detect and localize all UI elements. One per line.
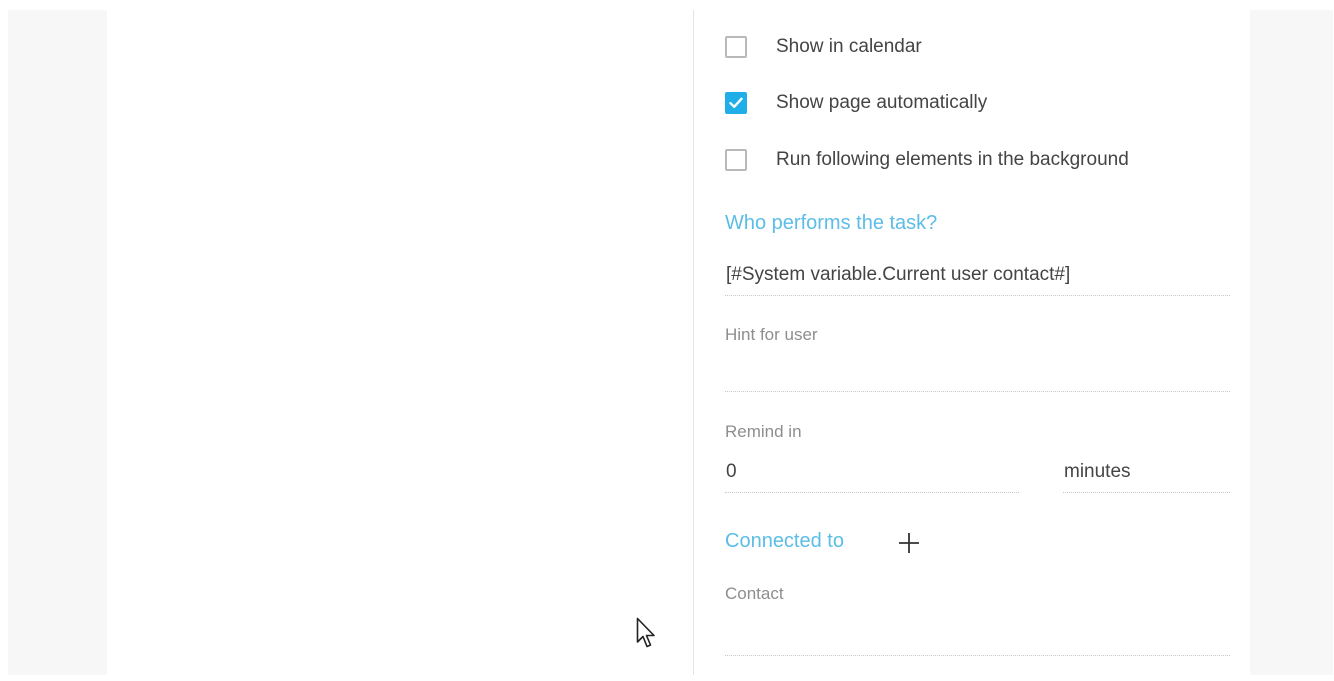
run-in-background-checkbox[interactable] xyxy=(725,149,747,171)
hint-field-underline xyxy=(725,391,1230,392)
performer-section-title: Who performs the task? xyxy=(725,212,938,234)
contact-field-label: Contact xyxy=(725,584,784,603)
check-icon xyxy=(729,97,743,108)
show-page-automatically-label: Show page automatically xyxy=(776,92,988,113)
process-canvas[interactable] xyxy=(107,10,694,675)
remind-value-field[interactable]: 0 xyxy=(726,461,1016,483)
run-in-background-option[interactable]: Run following elements in the background xyxy=(725,147,1129,173)
contact-field-underline xyxy=(725,655,1230,656)
contact-field[interactable] xyxy=(726,620,1230,648)
show-page-automatically-checkbox[interactable] xyxy=(725,92,747,114)
connected-section-title: Connected to xyxy=(725,530,844,552)
performer-field[interactable]: [#System variable.Current user contact#] xyxy=(726,264,1070,286)
show-in-calendar-label: Show in calendar xyxy=(776,36,922,57)
hint-field-label: Hint for user xyxy=(725,325,818,344)
show-in-calendar-checkbox[interactable] xyxy=(725,36,747,58)
hint-field[interactable] xyxy=(726,360,1230,388)
mouse-pointer-icon xyxy=(636,617,655,648)
remind-value-underline xyxy=(725,492,1019,493)
remind-field-label: Remind in xyxy=(725,422,802,441)
show-in-calendar-option[interactable]: Show in calendar xyxy=(725,34,922,60)
performer-field-underline xyxy=(725,295,1230,296)
show-page-automatically-option[interactable]: Show page automatically xyxy=(725,90,987,116)
plus-icon[interactable] xyxy=(898,532,920,554)
remind-unit-select[interactable]: minutes xyxy=(1064,461,1230,483)
remind-unit-underline xyxy=(1063,492,1230,493)
run-in-background-label: Run following elements in the background xyxy=(776,149,1129,170)
